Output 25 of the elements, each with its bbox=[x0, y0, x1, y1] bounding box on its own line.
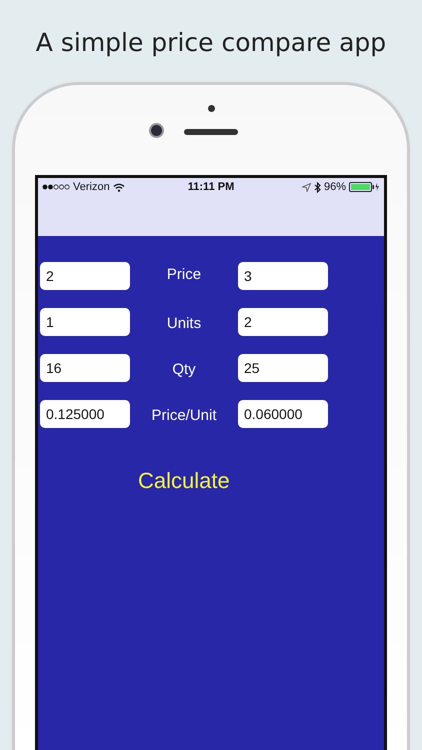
battery-percent: 96% bbox=[324, 181, 346, 193]
row-label: Price/Unit bbox=[150, 406, 218, 426]
battery-icon bbox=[349, 182, 380, 192]
bluetooth-icon bbox=[314, 182, 321, 192]
right-value-field[interactable]: 3 bbox=[238, 262, 328, 290]
headline: A simple price compare app bbox=[36, 28, 386, 57]
carrier-name: Verizon bbox=[73, 181, 110, 193]
camera-icon bbox=[151, 125, 162, 136]
left-value-field[interactable]: 16 bbox=[40, 354, 130, 382]
right-value-field[interactable]: 2 bbox=[238, 308, 328, 336]
left-value-field[interactable]: 1 bbox=[40, 308, 130, 336]
row-label: Qty bbox=[171, 360, 197, 380]
speaker-icon bbox=[184, 129, 238, 135]
left-value-field[interactable]: 0.125000 bbox=[40, 400, 130, 428]
left-value-field[interactable]: 2 bbox=[40, 262, 130, 290]
location-icon bbox=[302, 182, 311, 192]
status-time: 11:11 PM bbox=[188, 181, 234, 193]
sensor-icon bbox=[208, 105, 215, 112]
signal-icon bbox=[42, 184, 70, 190]
calculate-button[interactable]: Calculate bbox=[138, 468, 230, 494]
wifi-icon bbox=[112, 182, 125, 192]
row-label: Price bbox=[166, 265, 202, 285]
right-value-field[interactable]: 25 bbox=[238, 354, 328, 382]
right-value-field[interactable]: 0.060000 bbox=[238, 400, 328, 428]
row-label: Units bbox=[166, 314, 202, 334]
